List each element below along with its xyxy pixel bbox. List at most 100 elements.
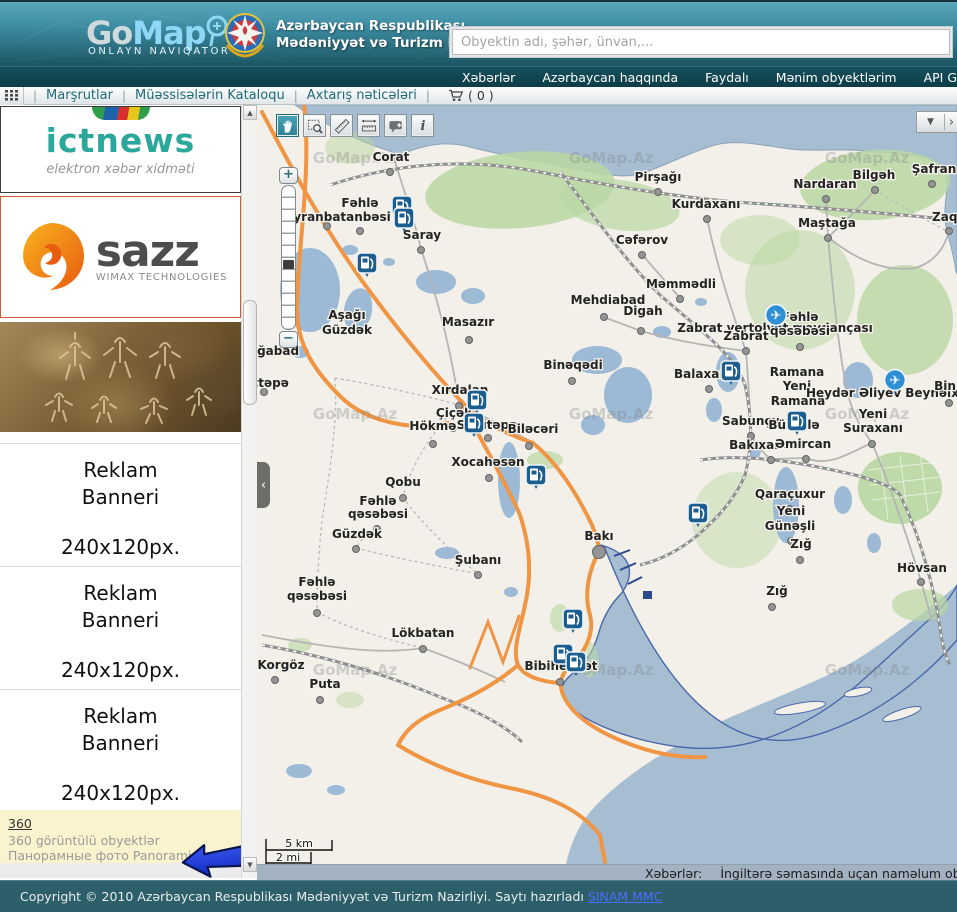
- gas-station-marker[interactable]: [787, 411, 807, 435]
- map-canvas[interactable]: ✈: [257, 105, 957, 864]
- map-watermark: GoMap.Az: [825, 661, 910, 679]
- town-dot: [475, 572, 482, 579]
- map-label: Pirşağı: [635, 170, 682, 184]
- main-menu: Xəbərlər Azərbaycan haqqında Faydalı Mən…: [0, 66, 957, 87]
- town-dot: [420, 646, 427, 653]
- map-label: Güzdək: [322, 323, 373, 337]
- gas-station-marker[interactable]: [688, 503, 708, 527]
- menu-item-my-objects[interactable]: Mənim obyektlərim: [776, 70, 897, 85]
- map-svg: ✈: [257, 105, 957, 864]
- menu-item-useful[interactable]: Faydalı: [705, 70, 749, 85]
- town-dot: [418, 247, 425, 254]
- footer: Copyright © 2010 Azərbaycan Respublikası…: [0, 880, 957, 912]
- gas-station-marker[interactable]: [721, 361, 741, 385]
- toolbar-separator: |: [33, 89, 37, 103]
- town-dot: [353, 546, 360, 553]
- search-box: [449, 26, 953, 58]
- ad-banner-sazz[interactable]: sazz WIMAX TECHNOLOGIES: [0, 196, 241, 318]
- gas-station-marker[interactable]: [467, 390, 487, 414]
- svg-text:i: i: [420, 119, 425, 134]
- link-routes[interactable]: Marşrutlar: [46, 88, 113, 103]
- measure-icon: [360, 117, 378, 135]
- search-input[interactable]: [452, 29, 950, 55]
- gas-station-marker[interactable]: [526, 465, 546, 489]
- map-label: Digah: [623, 304, 662, 318]
- town-dot: [797, 344, 804, 351]
- layer-dropdown-button[interactable]: ▼ ›: [916, 111, 957, 133]
- map-label: Əmircan: [775, 437, 831, 451]
- zoom-out-button[interactable]: −: [279, 331, 298, 348]
- gas-station-marker[interactable]: [464, 413, 484, 437]
- zoom-select-tool-button[interactable]: [303, 114, 326, 137]
- map-label: Günəşli: [765, 519, 815, 533]
- town-dot: [704, 216, 711, 223]
- zoom-level-indicator[interactable]: [283, 260, 294, 269]
- petroglyph-figures: [0, 322, 241, 432]
- cart-count: ( 0 ): [468, 88, 494, 103]
- sidebar-scrollbar[interactable]: ▲ ▼: [241, 105, 257, 878]
- map-label: Nardaran: [793, 177, 856, 191]
- map-label: Güzdək: [332, 527, 383, 541]
- map-label: Şubanı: [455, 553, 502, 567]
- ruler-tool-button[interactable]: [330, 114, 353, 137]
- news-ticker[interactable]: Xəbərlər:İngiltərə səmasında uçan naməlu…: [257, 864, 957, 880]
- scrollbar-thumb[interactable]: [243, 300, 257, 405]
- sidebar-collapse-tab[interactable]: ‹: [257, 462, 270, 508]
- menu-item-api[interactable]: API GoMap: [924, 70, 957, 85]
- gas-station-marker[interactable]: [563, 609, 583, 633]
- toolbar-separator: |: [294, 89, 298, 103]
- map-label: Kurdaxanı: [672, 197, 741, 211]
- map-watermark: GoMap.Az: [313, 405, 398, 423]
- pan-tool-button[interactable]: [276, 114, 299, 137]
- zoom-in-button[interactable]: +: [279, 167, 298, 184]
- scroll-up-button[interactable]: ▲: [243, 105, 257, 120]
- link-search-results[interactable]: Axtarış nəticələri: [307, 88, 417, 103]
- ad-banner-petroglyph-photo[interactable]: [0, 322, 241, 432]
- zoom-slider[interactable]: [281, 185, 296, 330]
- town-dot: [872, 187, 879, 194]
- scroll-down-button[interactable]: ▼: [243, 857, 257, 872]
- gas-station-marker[interactable]: [394, 208, 414, 232]
- sazz-title: sazz: [96, 232, 227, 272]
- scale-mi: 2 mi: [276, 851, 300, 864]
- map-label: Qaraçuxur: [755, 487, 825, 501]
- sinam-link[interactable]: SINAM MMC: [588, 889, 663, 904]
- ad-placeholder-banner[interactable]: Reklam Banneri 240x120px.: [0, 443, 241, 565]
- map-label: Yeni: [776, 504, 805, 518]
- map-label: Xocahəsən: [451, 455, 524, 469]
- map-label: Zaqu: [932, 210, 957, 224]
- town-dot: [314, 610, 321, 617]
- ticker-label: Xəbərlər:: [645, 866, 702, 880]
- add-comment-tool-button[interactable]: [384, 114, 407, 137]
- banner-line1: Reklam: [0, 580, 241, 607]
- gas-station-marker[interactable]: [566, 652, 586, 676]
- town-dot: [485, 435, 492, 442]
- town-dot: [639, 252, 646, 259]
- map-label: Yeni: [858, 407, 887, 421]
- cart-button[interactable]: ( 0 ): [448, 88, 494, 103]
- map-label: Şafran: [912, 162, 957, 176]
- map-watermark: GoMap.Az: [569, 405, 654, 423]
- map-watermark: GoMap.Az: [569, 149, 654, 167]
- measure-tool-button[interactable]: [357, 114, 380, 137]
- map-label: Zabrat: [723, 329, 768, 343]
- menu-item-news[interactable]: Xəbərlər: [462, 70, 515, 85]
- link-business-catalog[interactable]: Müəssisələrin Kataloqu: [135, 88, 285, 103]
- town-dot: [601, 314, 608, 321]
- dropdown-divider: [944, 114, 945, 130]
- panorama-360-link[interactable]: 360: [8, 816, 32, 831]
- gas-station-marker[interactable]: [357, 253, 377, 277]
- ad-placeholder-banner[interactable]: Reklam Banneri 240x120px.: [0, 689, 241, 811]
- map-label: çtəpə: [257, 376, 289, 390]
- map-watermark: GoMap.Az: [825, 149, 910, 167]
- map-label: Cəfərov: [616, 233, 668, 247]
- map-label: Masazır: [442, 315, 494, 329]
- menu-item-about-azerbaijan[interactable]: Azərbaycan haqqında: [542, 70, 678, 85]
- ad-banner-ictnews[interactable]: ictnews elektron xəbər xidməti: [0, 106, 241, 193]
- town-dot: [593, 546, 606, 559]
- map-label: Fəhlə: [298, 575, 335, 589]
- town-dot: [825, 235, 832, 242]
- ad-placeholder-banner[interactable]: Reklam Banneri 240x120px.: [0, 566, 241, 688]
- grid-menu-button[interactable]: [0, 87, 24, 105]
- info-tool-button[interactable]: i: [411, 114, 434, 137]
